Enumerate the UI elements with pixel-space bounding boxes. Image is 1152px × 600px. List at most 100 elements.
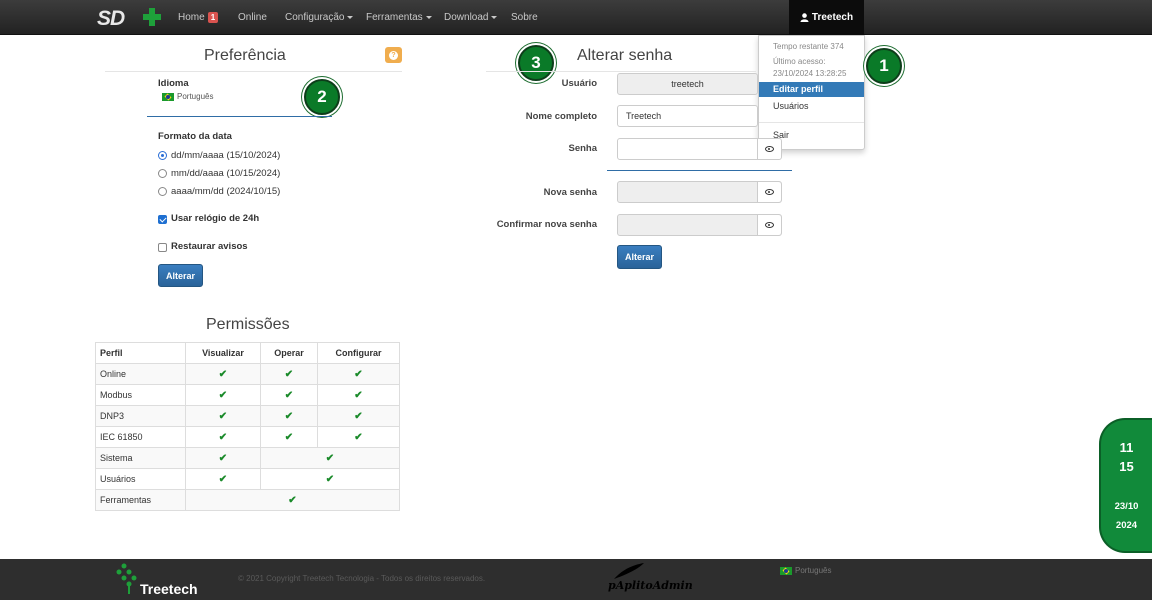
- show-confirm-password-eye-icon[interactable]: [757, 215, 781, 235]
- profile-cell: Usuários: [95, 468, 186, 490]
- check-icon: ✔: [185, 405, 261, 427]
- footer: Treetech © 2021 Copyright Treetech Tecno…: [0, 559, 1152, 600]
- nav-ferramentas-label: Ferramentas: [366, 12, 423, 23]
- footer-brand: Treetech: [140, 581, 198, 597]
- language-label: Idioma: [158, 78, 189, 89]
- table-row: IEC 61850 ✔ ✔ ✔: [95, 426, 400, 448]
- language-selector[interactable]: Português: [162, 92, 213, 101]
- permissions-table: Perfil Visualizar Operar Configurar Onli…: [95, 342, 400, 511]
- user-name: Treetech: [811, 12, 854, 23]
- new-password-field[interactable]: [617, 181, 782, 203]
- preferences-title: Preferência: [204, 47, 286, 64]
- nav-sobre[interactable]: Sobre: [511, 0, 538, 35]
- last-access-value: 23/10/2024 13:28:25: [773, 69, 847, 78]
- nav-online[interactable]: Online: [238, 0, 267, 35]
- table-row: DNP3 ✔ ✔ ✔: [95, 405, 400, 427]
- caret-down-icon: [491, 16, 498, 19]
- brazil-flag-icon: [780, 566, 792, 575]
- check-icon: ✔: [260, 447, 400, 469]
- check-icon: ✔: [185, 468, 261, 490]
- show-new-password-eye-icon[interactable]: [757, 182, 781, 202]
- treetech-logo-icon: [116, 563, 137, 594]
- clock-date: 23/10: [1114, 501, 1139, 512]
- check-icon: ✔: [260, 363, 318, 385]
- show-password-eye-icon[interactable]: [757, 139, 781, 159]
- nav-configuracao[interactable]: Configuração: [285, 0, 354, 35]
- check-icon: ✔: [260, 468, 400, 490]
- check-icon: ✔: [185, 447, 261, 469]
- username-field[interactable]: treetech: [617, 73, 758, 95]
- clock-year: 2024: [1115, 520, 1138, 531]
- fullname-field[interactable]: Treetech: [617, 105, 758, 127]
- svg-text:SD: SD: [97, 7, 125, 30]
- nav-download-label: Download: [444, 12, 489, 23]
- profile-cell: Ferramentas: [95, 489, 186, 511]
- help-button[interactable]: ?: [385, 47, 402, 63]
- password-label: Senha: [568, 143, 597, 154]
- step-marker-1: 1: [866, 48, 902, 84]
- session-time-remaining: Tempo restante 374: [773, 42, 844, 51]
- nav-download[interactable]: Download: [444, 0, 498, 35]
- check-icon: ✔: [260, 384, 318, 406]
- check-icon: ✔: [317, 405, 400, 427]
- check-icon: ✔: [260, 405, 318, 427]
- profile-cell: IEC 61850: [95, 426, 186, 448]
- permissions-title: Permissões: [206, 316, 290, 333]
- check-icon: ✔: [317, 384, 400, 406]
- preferences-submit-button[interactable]: Alterar: [158, 264, 203, 287]
- column-header: Operar: [260, 342, 318, 364]
- check-icon: ✔: [185, 363, 261, 385]
- menu-item-edit-profile[interactable]: Editar perfil: [759, 82, 864, 97]
- password-field[interactable]: [617, 138, 782, 160]
- date-format-label: Formato da data: [158, 131, 232, 142]
- notification-badge: 1: [207, 12, 219, 23]
- nav-sobre-label: Sobre: [511, 12, 538, 23]
- date-format-radio-dmy[interactable]: [158, 151, 167, 160]
- clock24-label: Usar relógio de 24h: [171, 213, 260, 224]
- footer-copyright: © 2021 Copyright Treetech Tecnologia - T…: [238, 574, 486, 583]
- nav-online-label: Online: [238, 12, 267, 23]
- nav-ferramentas[interactable]: Ferramentas: [366, 0, 432, 35]
- table-row: Usuários ✔ ✔: [95, 468, 400, 490]
- change-password-title: Alterar senha: [577, 47, 673, 64]
- table-row: Ferramentas ✔: [95, 489, 400, 511]
- user-menu-toggle[interactable]: Treetech: [789, 0, 864, 35]
- password-underline: [607, 170, 792, 171]
- confirm-password-field[interactable]: [617, 214, 782, 236]
- language-value: Português: [177, 92, 214, 101]
- check-icon: ✔: [185, 384, 261, 406]
- check-icon: ✔: [185, 426, 261, 448]
- check-icon: ✔: [185, 489, 400, 511]
- last-access-label: Último acesso:: [773, 57, 826, 66]
- column-header: Configurar: [317, 342, 400, 364]
- table-row: Sistema ✔ ✔: [95, 447, 400, 469]
- check-icon: ✔: [317, 363, 400, 385]
- profile-cell: Modbus: [95, 384, 186, 406]
- sd-plus-logo[interactable]: SD: [97, 6, 163, 30]
- question-icon: ?: [389, 50, 398, 60]
- date-format-option-label: dd/mm/aaaa (15/10/2024): [171, 150, 281, 161]
- clock24-checkbox[interactable]: [158, 215, 167, 224]
- footer-language-label: Português: [795, 566, 832, 575]
- footer-language[interactable]: Português: [780, 566, 831, 575]
- date-format-option-label: aaaa/mm/dd (2024/10/15): [171, 186, 281, 197]
- change-password-divider: [486, 71, 756, 72]
- user-dropdown-menu: Tempo restante 374 Último acesso: 23/10/…: [758, 35, 865, 150]
- date-format-option-label: mm/dd/aaaa (10/15/2024): [171, 168, 281, 179]
- preferences-divider: [105, 71, 402, 72]
- restore-warnings-label: Restaurar avisos: [171, 241, 248, 252]
- nav-home[interactable]: Home 1: [178, 0, 219, 35]
- check-icon: ✔: [317, 426, 400, 448]
- menu-item-users[interactable]: Usuários: [759, 99, 864, 114]
- brazil-flag-icon: [162, 92, 174, 101]
- date-format-radio-mdy[interactable]: [158, 169, 167, 178]
- change-password-submit-button[interactable]: Alterar: [617, 245, 662, 269]
- restore-warnings-checkbox[interactable]: [158, 243, 167, 252]
- clock-minute: 15: [1119, 459, 1134, 474]
- username-label: Usuário: [561, 78, 597, 89]
- language-underline: [147, 116, 332, 117]
- new-password-label: Nova senha: [543, 187, 597, 198]
- step-marker-3: 3: [518, 45, 554, 81]
- profile-cell: DNP3: [95, 405, 186, 427]
- date-format-radio-ymd[interactable]: [158, 187, 167, 196]
